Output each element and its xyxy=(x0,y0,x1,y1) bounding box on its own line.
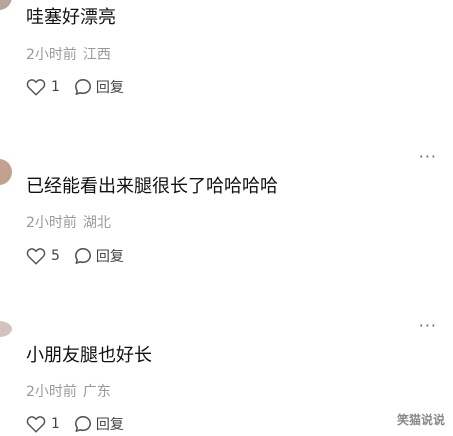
comment-meta: 2小时前 广东 xyxy=(26,383,111,401)
avatar[interactable] xyxy=(0,0,12,10)
comment-text: 哇塞好漂亮 xyxy=(26,7,116,28)
comment-actions: 1 回复 xyxy=(26,77,124,97)
like-button[interactable]: 5 xyxy=(26,247,60,265)
comment-text: 已经能看出来腿很长了哈哈哈哈 xyxy=(26,176,278,197)
chat-bubble-icon xyxy=(74,415,92,433)
reply-button[interactable]: 回复 xyxy=(74,77,124,97)
comment-time: 2小时前 xyxy=(26,384,77,400)
comment-actions: 1 回复 xyxy=(26,414,124,434)
comment-time: 2小时前 xyxy=(26,47,77,63)
comment-location: 江西 xyxy=(82,47,111,63)
like-count: 1 xyxy=(51,416,60,432)
comment-time: 2小时前 xyxy=(26,215,77,231)
comment-meta: 2小时前 湖北 xyxy=(26,214,111,232)
comment-location: 广东 xyxy=(82,384,111,400)
avatar[interactable] xyxy=(0,159,12,185)
avatar[interactable] xyxy=(0,321,12,337)
watermark: 笑猫说说 xyxy=(396,413,445,427)
reply-label: 回复 xyxy=(95,249,124,265)
reply-button[interactable]: 回复 xyxy=(74,246,124,266)
like-button[interactable]: 1 xyxy=(26,415,60,433)
comment-actions: 5 回复 xyxy=(26,246,124,266)
like-count: 1 xyxy=(51,79,60,95)
comment-meta: 2小时前 江西 xyxy=(26,46,111,64)
like-button[interactable]: 1 xyxy=(26,78,60,96)
heart-outline-icon xyxy=(26,415,46,433)
more-options-icon[interactable]: ··· xyxy=(419,149,437,165)
heart-outline-icon xyxy=(26,78,46,96)
like-count: 5 xyxy=(51,248,60,264)
reply-button[interactable]: 回复 xyxy=(74,414,124,434)
comment-text: 小朋友腿也好长 xyxy=(26,345,152,366)
heart-outline-icon xyxy=(26,247,46,265)
chat-bubble-icon xyxy=(74,78,92,96)
more-options-icon[interactable]: ··· xyxy=(419,318,437,334)
reply-label: 回复 xyxy=(95,417,124,433)
chat-bubble-icon xyxy=(74,247,92,265)
reply-label: 回复 xyxy=(95,80,124,96)
comment-location: 湖北 xyxy=(82,215,111,231)
